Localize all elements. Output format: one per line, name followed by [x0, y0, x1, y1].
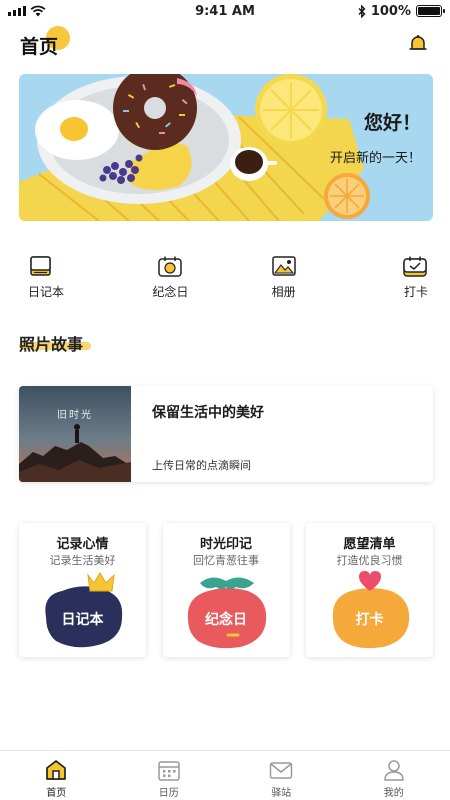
diary-book-icon: [30, 256, 51, 276]
header: 首页: [0, 26, 450, 62]
battery-icon: [416, 5, 445, 17]
quick-entry-album[interactable]: 相册: [249, 255, 319, 305]
photo-story-card[interactable]: 旧时光 保留生活中的美好 上传日常的点滴瞬间: [19, 386, 433, 482]
mail-icon: [270, 762, 293, 779]
battery-percent: 100%: [370, 3, 411, 19]
tab-station[interactable]: 驿站: [225, 751, 338, 800]
quick-entry-label: 相册: [271, 285, 296, 299]
tab-calendar[interactable]: 日历: [113, 751, 226, 800]
anniversary-calendar-icon: [158, 256, 183, 277]
user-icon: [383, 760, 404, 781]
page-title: 首页: [20, 36, 59, 58]
feature-title: 愿望清单: [343, 537, 396, 552]
feature-card-checkin[interactable]: 愿望清单 打造优良习惯 打卡: [306, 523, 433, 657]
status-right: 100%: [358, 3, 445, 19]
photo-album-icon: [271, 256, 296, 276]
calendar-icon: [158, 761, 180, 781]
quick-entry-checkin[interactable]: 打卡: [362, 255, 432, 305]
feature-title: 记录心情: [56, 537, 109, 552]
check-in-calendar-icon: [403, 256, 427, 277]
home-icon: [46, 760, 67, 780]
feature-art-label: 打卡: [355, 612, 384, 628]
feature-card-row: 记录心情 记录生活美好 日记本 时光印记 回忆青葱往事 纪念日 愿望清单 打造优…: [19, 523, 433, 657]
status-left: [8, 5, 46, 17]
feature-card-anniversary[interactable]: 时光印记 回忆青葱往事 纪念日: [162, 523, 290, 657]
battery-fill: [418, 7, 440, 15]
feature-subtitle: 打造优良习惯: [336, 554, 403, 567]
bluetooth-icon: [358, 4, 366, 18]
quick-entry-diary[interactable]: 日记本: [22, 255, 92, 305]
bell-icon[interactable]: [406, 32, 430, 56]
feature-subtitle: 回忆青葱往事: [193, 554, 259, 567]
hero-banner[interactable]: 您好！ 开启新的一天！: [19, 74, 433, 221]
mountain-silhouette-image: [19, 424, 131, 482]
story-description: 上传日常的点滴瞬间: [152, 459, 251, 472]
feature-subtitle: 记录生活美好: [49, 554, 116, 567]
tab-label: 我的: [383, 788, 404, 799]
feature-card-diary[interactable]: 记录心情 记录生活美好 日记本: [19, 523, 146, 657]
tab-label: 首页: [46, 788, 67, 799]
tab-label: 日历: [158, 788, 179, 799]
quick-entry-row: 日记本 纪念日 相册 打卡: [0, 255, 450, 305]
quick-entry-label: 纪念日: [152, 285, 189, 299]
feature-art-label: 日记本: [61, 612, 104, 628]
feature-art-label: 纪念日: [205, 612, 247, 628]
quick-entry-label: 日记本: [28, 285, 65, 299]
story-photo: 旧时光: [19, 386, 131, 482]
section-title: 照片故事: [19, 335, 84, 354]
quick-entry-label: 打卡: [403, 285, 428, 299]
quick-entry-anniversary[interactable]: 纪念日: [135, 255, 205, 305]
story-title: 保留生活中的美好: [152, 405, 264, 421]
banner-greeting: 您好！: [363, 112, 421, 134]
wifi-icon: [30, 5, 46, 17]
cellular-signal-icon: [8, 6, 26, 16]
tab-label: 驿站: [271, 788, 292, 799]
tab-profile[interactable]: 我的: [338, 751, 450, 800]
bottom-tab-bar: 首页 日历 驿站 我的: [0, 750, 450, 800]
banner-subtitle: 开启新的一天！: [329, 151, 421, 166]
feature-title: 时光印记: [199, 537, 252, 552]
tab-home[interactable]: 首页: [0, 751, 113, 800]
status-bar: 9:41 AM 100%: [0, 0, 450, 22]
